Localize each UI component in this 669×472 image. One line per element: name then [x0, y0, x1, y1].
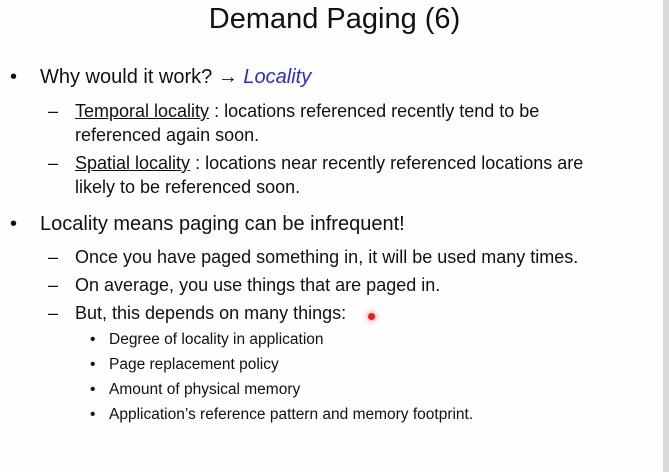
window-edge [663, 0, 669, 472]
subitem-text: : locations near recently referenced loc… [190, 153, 584, 173]
dash-marker: – [48, 101, 59, 121]
bullet-text: Why would it work? → [40, 66, 244, 88]
subsubitem-text: Amount of physical memory [109, 381, 301, 398]
subitem-text-cont: likely to be referenced soon. [75, 177, 301, 197]
subitem-text: Once you have paged something in, it wil… [75, 247, 579, 267]
subsubitem-text: Degree of locality in application [109, 331, 324, 348]
subitem-text: But, this depends on many things: [75, 303, 347, 323]
subitem-text: : locations referenced recently tend to … [209, 101, 540, 121]
slide-title: Demand Paging (6) [208, 3, 461, 35]
subsubitem-text: Page replacement policy [109, 356, 279, 373]
dash-marker: – [48, 153, 59, 173]
bullet-marker: • [10, 213, 18, 235]
term-spatial-locality: Spatial locality [75, 153, 191, 173]
bullet-text: Locality means paging can be infrequent! [40, 213, 405, 235]
subitem-text: On average, you use things that are page… [75, 275, 441, 295]
slide: Demand Paging (6) • Why would it work? → … [0, 0, 669, 472]
locality-emphasis: Locality [243, 66, 312, 88]
bullet-why-would-it-work: • Why would it work? → Locality [10, 65, 311, 89]
term-temporal-locality: Temporal locality [75, 101, 210, 121]
dot-marker: • [90, 406, 96, 423]
dot-marker: • [90, 381, 96, 398]
dot-marker: • [90, 331, 96, 348]
subitem-text-cont: referenced again soon. [75, 125, 260, 145]
laser-pointer-dot [368, 313, 375, 320]
bullet-marker: • [10, 66, 18, 88]
subsubitem-text: Application’s reference pattern and memo… [109, 406, 474, 423]
dash-marker: – [48, 247, 59, 267]
bullet-locality-means: • Locality means paging can be infrequent… [10, 212, 405, 236]
dot-marker: • [90, 356, 96, 373]
dash-marker: – [48, 303, 59, 323]
dash-marker: – [48, 275, 59, 295]
